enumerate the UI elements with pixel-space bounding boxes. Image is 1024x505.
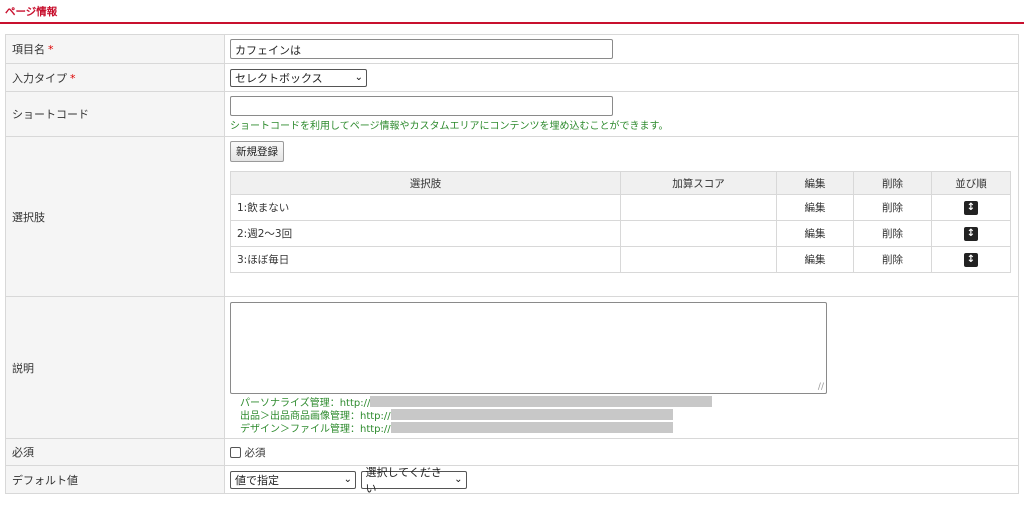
col-header-delete: 削除 <box>853 171 932 195</box>
description-label: 説明 <box>12 361 34 375</box>
redacted-block <box>390 421 673 433</box>
chevron-down-icon: ⌄ <box>343 474 352 485</box>
sort-handle-icon[interactable]: ↕ <box>964 200 978 215</box>
sort-cell: ↕ <box>931 246 1011 273</box>
sort-cell: ↕ <box>931 194 1011 221</box>
choice-score <box>620 246 777 273</box>
row-required: 必須 必須 <box>5 438 1019 466</box>
required-checkbox[interactable] <box>230 446 241 458</box>
sort-handle-icon[interactable]: ↕ <box>964 226 978 241</box>
row-shortcode: ショートコード ショートコードを利用してページ情報やカスタムエリアにコンテンツを… <box>5 91 1019 137</box>
description-cell: ∕∕ パーソナライズ管理：http:// 出品＞出品商品画像管理：http://… <box>224 296 1019 439</box>
section-title: ページ情報 <box>5 6 58 18</box>
item-name-label-cell: 項目名 * <box>5 34 225 64</box>
shortcode-cell: ショートコードを利用してページ情報やカスタムエリアにコンテンツを埋め込むことがで… <box>224 91 1019 137</box>
default-value-select[interactable]: 選択してください ⌄ <box>360 466 467 495</box>
required-mark: * <box>70 71 76 85</box>
delete-link[interactable]: 削除 <box>853 194 932 221</box>
choice-score <box>620 220 777 247</box>
delete-link[interactable]: 削除 <box>853 246 932 273</box>
choices-label: 選択肢 <box>12 210 45 224</box>
chevron-down-icon: ⌄ <box>354 72 363 83</box>
default-mode-select[interactable]: 値で指定 ⌄ <box>230 470 356 489</box>
description-label-cell: 説明 <box>5 296 225 439</box>
choice-label: 2:週2～3回 <box>230 220 621 247</box>
default-value-select-value: 選択してください <box>365 465 442 495</box>
required-checkbox-label[interactable]: 必須 <box>245 447 266 459</box>
item-name-input[interactable]: カフェインは <box>230 39 613 59</box>
edit-link[interactable]: 編集 <box>776 246 854 273</box>
item-name-cell: カフェインは <box>224 34 1019 64</box>
default-value-label: デフォルト値 <box>12 473 78 487</box>
table-row: 2:週2～3回 編集 削除 ↕ <box>230 220 1011 247</box>
choice-label: 1:飲まない <box>230 194 621 221</box>
input-type-select[interactable]: セレクトボックス ⌄ <box>230 68 367 87</box>
edit-link[interactable]: 編集 <box>776 220 854 247</box>
shortcode-label: ショートコード <box>12 108 89 121</box>
row-item-name: 項目名 * カフェインは <box>5 34 1019 64</box>
redacted-block <box>370 395 713 407</box>
required-label: 必須 <box>12 446 34 459</box>
choices-label-cell: 選択肢 <box>5 136 225 297</box>
edit-link[interactable]: 編集 <box>776 194 854 221</box>
choice-label: 3:ほぼ毎日 <box>230 246 621 273</box>
description-textarea[interactable]: ∕∕ <box>230 301 827 394</box>
page-info-form: 項目名 * カフェインは 入力タイプ * セレクトボックス ⌄ ショートコード ショー… <box>5 34 1019 495</box>
col-header-order: 並び順 <box>931 171 1011 195</box>
link-design-files-text[interactable]: デザイン＞ファイル管理：http:// <box>240 420 391 435</box>
link-design-files: デザイン＞ファイル管理：http:// <box>240 420 1018 435</box>
input-type-cell: セレクトボックス ⌄ <box>224 63 1019 92</box>
choices-table: 選択肢 加算スコア 編集 削除 並び順 1:飲まない 編集 削除 ↕ 2:週2～… <box>230 171 1011 273</box>
required-cell: 必須 <box>224 438 1019 466</box>
row-description: 説明 ∕∕ パーソナライズ管理：http:// 出品＞出品商品画像管理：http… <box>5 296 1019 439</box>
sort-handle-icon[interactable]: ↕ <box>964 252 978 267</box>
choices-header-row: 選択肢 加算スコア 編集 削除 並び順 <box>230 171 1011 195</box>
default-value-cell: 値で指定 ⌄ 選択してください ⌄ <box>224 465 1019 495</box>
shortcode-input[interactable] <box>230 96 613 116</box>
input-type-label: 入力タイプ <box>12 71 67 85</box>
col-header-score: 加算スコア <box>620 171 777 195</box>
file-links: パーソナライズ管理：http:// 出品＞出品商品画像管理：http:// デザ… <box>240 395 1018 435</box>
chevron-down-icon: ⌄ <box>454 474 463 485</box>
default-value-label-cell: デフォルト値 <box>5 465 225 494</box>
table-row: 1:飲まない 編集 削除 ↕ <box>230 194 1011 221</box>
table-row: 3:ほぼ毎日 編集 削除 ↕ <box>230 246 1011 273</box>
input-type-label-cell: 入力タイプ * <box>5 63 225 92</box>
row-choices: 選択肢 新規登録 選択肢 加算スコア 編集 削除 並び順 1:飲まない 編集 削… <box>5 136 1019 297</box>
col-header-edit: 編集 <box>776 171 854 195</box>
section-divider <box>0 22 1024 24</box>
shortcode-help: ショートコードを利用してページ情報やカスタムエリアにコンテンツを埋め込むことがで… <box>230 121 669 132</box>
col-header-choice: 選択肢 <box>230 171 621 195</box>
choice-score <box>620 194 777 221</box>
required-mark: * <box>48 43 54 56</box>
delete-link[interactable]: 削除 <box>853 220 932 247</box>
required-label-cell: 必須 <box>5 438 225 466</box>
new-choice-button[interactable]: 新規登録 <box>230 141 284 162</box>
sort-cell: ↕ <box>931 220 1011 247</box>
resize-grip-icon[interactable]: ∕∕ <box>818 382 824 392</box>
input-type-select-value: セレクトボックス <box>235 71 323 85</box>
default-mode-select-value: 値で指定 <box>235 473 279 487</box>
item-name-label: 項目名 <box>12 43 45 56</box>
choices-cell: 新規登録 選択肢 加算スコア 編集 削除 並び順 1:飲まない 編集 削除 ↕ … <box>224 136 1019 297</box>
shortcode-label-cell: ショートコード <box>5 91 225 137</box>
row-default-value: デフォルト値 値で指定 ⌄ 選択してください ⌄ <box>5 465 1019 495</box>
redacted-block <box>390 408 673 420</box>
row-input-type: 入力タイプ * セレクトボックス ⌄ <box>5 63 1019 92</box>
